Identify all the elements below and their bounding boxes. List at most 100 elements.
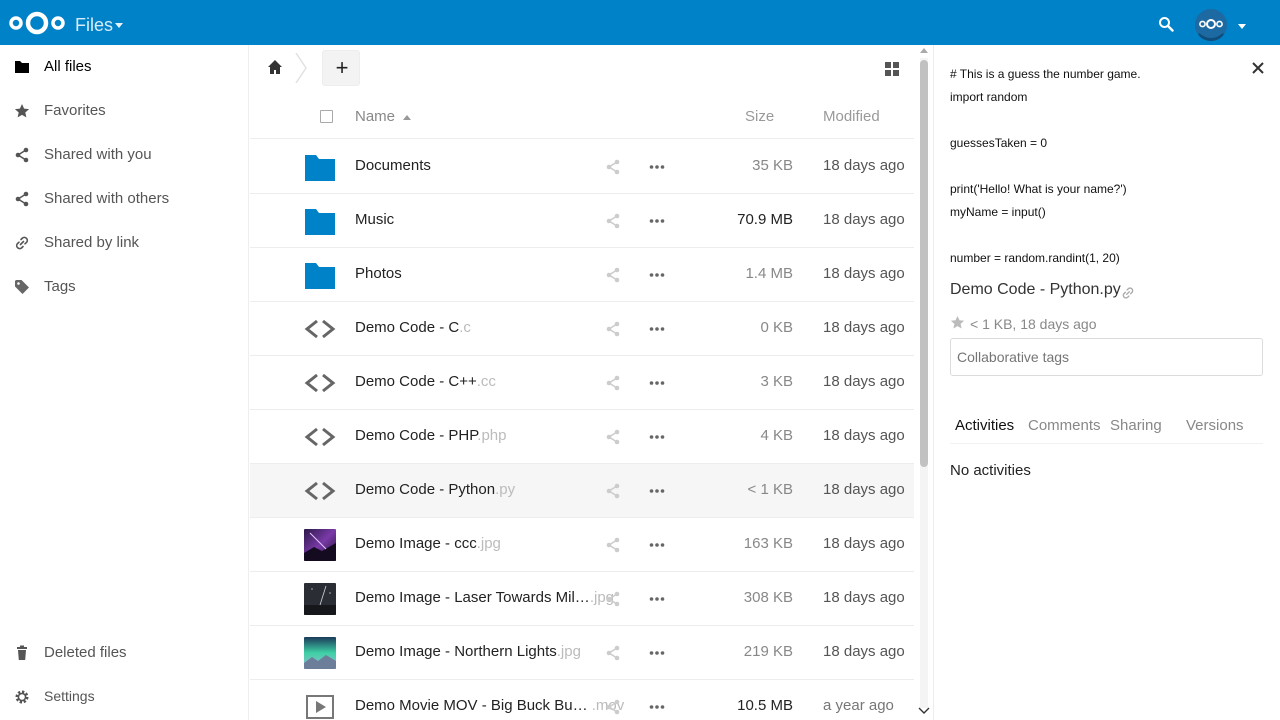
tab-sharing[interactable]: Sharing: [1110, 417, 1162, 443]
file-extension: .jpg: [556, 643, 581, 660]
sidebar-item-label: Shared with others: [44, 190, 170, 207]
more-actions-icon[interactable]: [649, 483, 665, 499]
share-icon[interactable]: [605, 213, 621, 229]
file-name[interactable]: Documents: [355, 157, 431, 174]
file-name[interactable]: Music: [355, 211, 394, 228]
link-icon[interactable]: [1121, 286, 1135, 300]
image-thumbnail: [304, 583, 336, 615]
sidebar-item-deleted-files[interactable]: Deleted files: [0, 631, 249, 675]
file-name[interactable]: Demo Image - Laser Towards Mil….jpg: [355, 589, 614, 606]
table-row[interactable]: Demo Code - C++.cc 3 KB 18 days ago: [250, 356, 914, 410]
sidebar-item-shared-by-link[interactable]: Shared by link: [0, 221, 249, 265]
file-modified: 18 days ago: [823, 481, 905, 498]
file-modified: 18 days ago: [823, 589, 905, 606]
file-modified: 18 days ago: [823, 157, 905, 174]
collaborative-tags-input[interactable]: [950, 338, 1263, 376]
file-details-sidebar: # This is a guess the number game. impor…: [933, 45, 1280, 720]
tab-versions[interactable]: Versions: [1186, 417, 1244, 443]
nextcloud-logo[interactable]: [8, 10, 66, 36]
file-name[interactable]: Demo Code - C.c: [355, 319, 471, 336]
scroll-up-icon[interactable]: [920, 48, 928, 53]
table-row[interactable]: Music 70.9 MB 18 days ago: [250, 194, 914, 248]
share-icon[interactable]: [605, 321, 621, 337]
share-icon[interactable]: [605, 483, 621, 499]
user-menu-caret-icon[interactable]: [1238, 24, 1246, 29]
scroll-down-icon[interactable]: [918, 706, 930, 716]
file-size: 1.4 MB: [745, 265, 793, 282]
share-icon[interactable]: [605, 537, 621, 553]
grid-view-icon[interactable]: [885, 62, 899, 76]
share-icon[interactable]: [605, 591, 621, 607]
tab-activities[interactable]: Activities: [950, 417, 1020, 444]
share-icon[interactable]: [605, 159, 621, 175]
file-name[interactable]: Photos: [355, 265, 402, 282]
navigation-sidebar: All files Favorites Shared with you Shar…: [0, 45, 249, 720]
file-name[interactable]: Demo Code - PHP.php: [355, 427, 506, 444]
file-size: 3 KB: [760, 373, 793, 390]
avatar[interactable]: [1195, 9, 1227, 41]
more-actions-icon[interactable]: [649, 699, 665, 715]
sidebar-item-all-files[interactable]: All files: [0, 45, 249, 89]
share-icon[interactable]: [605, 699, 621, 715]
code-file-icon: [304, 319, 336, 339]
star-icon[interactable]: [950, 315, 965, 330]
more-actions-icon[interactable]: [649, 321, 665, 337]
file-basename: Documents: [355, 157, 431, 174]
file-name[interactable]: Demo Image - ccc.jpg: [355, 535, 501, 552]
file-modified: 18 days ago: [823, 643, 905, 660]
scrollbar-thumb[interactable]: [920, 60, 928, 467]
more-actions-icon[interactable]: [649, 213, 665, 229]
share-icon[interactable]: [605, 375, 621, 391]
table-row[interactable]: Demo Movie MOV - Big Buck Bu… .mov 10.5 …: [250, 680, 914, 720]
app-menu-title[interactable]: Files: [75, 15, 113, 36]
column-header-modified[interactable]: Modified: [823, 108, 880, 125]
file-name[interactable]: Demo Code - C++.cc: [355, 373, 496, 390]
folder-icon: [15, 61, 29, 73]
details-file-meta: < 1 KB, 18 days ago: [970, 316, 1097, 332]
share-icon[interactable]: [605, 267, 621, 283]
table-row[interactable]: Demo Code - PHP.php 4 KB 18 days ago: [250, 410, 914, 464]
app-menu-caret-icon[interactable]: [115, 23, 123, 28]
more-actions-icon[interactable]: [649, 429, 665, 445]
table-row[interactable]: Demo Image - ccc.jpg 163 KB 18 days ago: [250, 518, 914, 572]
sidebar-item-label: Deleted files: [44, 644, 127, 661]
sidebar-item-favorites[interactable]: Favorites: [0, 89, 249, 133]
more-actions-icon[interactable]: [649, 267, 665, 283]
sidebar-item-label: Settings: [44, 688, 95, 704]
more-actions-icon[interactable]: [649, 375, 665, 391]
new-file-button[interactable]: +: [322, 50, 360, 86]
table-row[interactable]: Demo Image - Northern Lights.jpg 219 KB …: [250, 626, 914, 680]
more-actions-icon[interactable]: [649, 537, 665, 553]
sort-ascending-icon[interactable]: [403, 115, 411, 120]
sidebar-item-shared-with-others[interactable]: Shared with others: [0, 177, 249, 221]
column-header-size[interactable]: Size: [745, 108, 774, 125]
file-extension: .cc: [476, 373, 496, 390]
table-row[interactable]: Demo Image - Laser Towards Mil….jpg 308 …: [250, 572, 914, 626]
search-icon[interactable]: [1158, 16, 1174, 32]
share-icon[interactable]: [605, 645, 621, 661]
column-header-name[interactable]: Name: [355, 108, 395, 125]
sidebar-item-settings[interactable]: Settings: [0, 675, 249, 719]
file-extension: .py: [495, 481, 516, 498]
file-basename: Demo Code - Python: [355, 481, 496, 498]
file-preview-text: # This is a guess the number game. impor…: [950, 67, 1141, 265]
new-button-label: +: [335, 55, 349, 80]
sidebar-item-shared-with-you[interactable]: Shared with you: [0, 133, 249, 177]
file-name[interactable]: Demo Code - Python.py: [355, 481, 515, 498]
table-row[interactable]: Documents 35 KB 18 days ago: [250, 140, 914, 194]
more-actions-icon[interactable]: [649, 591, 665, 607]
share-icon[interactable]: [605, 429, 621, 445]
more-actions-icon[interactable]: [649, 645, 665, 661]
table-row[interactable]: Demo Code - Python.py < 1 KB 18 days ago: [250, 464, 914, 518]
sidebar-item-tags[interactable]: Tags: [0, 265, 249, 309]
table-row[interactable]: Photos 1.4 MB 18 days ago: [250, 248, 914, 302]
file-list-scrollbar[interactable]: [917, 45, 931, 720]
tab-comments[interactable]: Comments: [1028, 417, 1101, 443]
file-name[interactable]: Demo Movie MOV - Big Buck Bu… .mov: [355, 697, 624, 714]
share-icon: [15, 191, 29, 207]
select-all-checkbox[interactable]: [320, 110, 333, 123]
more-actions-icon[interactable]: [649, 159, 665, 175]
home-icon[interactable]: [267, 59, 283, 75]
table-row[interactable]: Demo Code - C.c 0 KB 18 days ago: [250, 302, 914, 356]
file-name[interactable]: Demo Image - Northern Lights.jpg: [355, 643, 581, 660]
